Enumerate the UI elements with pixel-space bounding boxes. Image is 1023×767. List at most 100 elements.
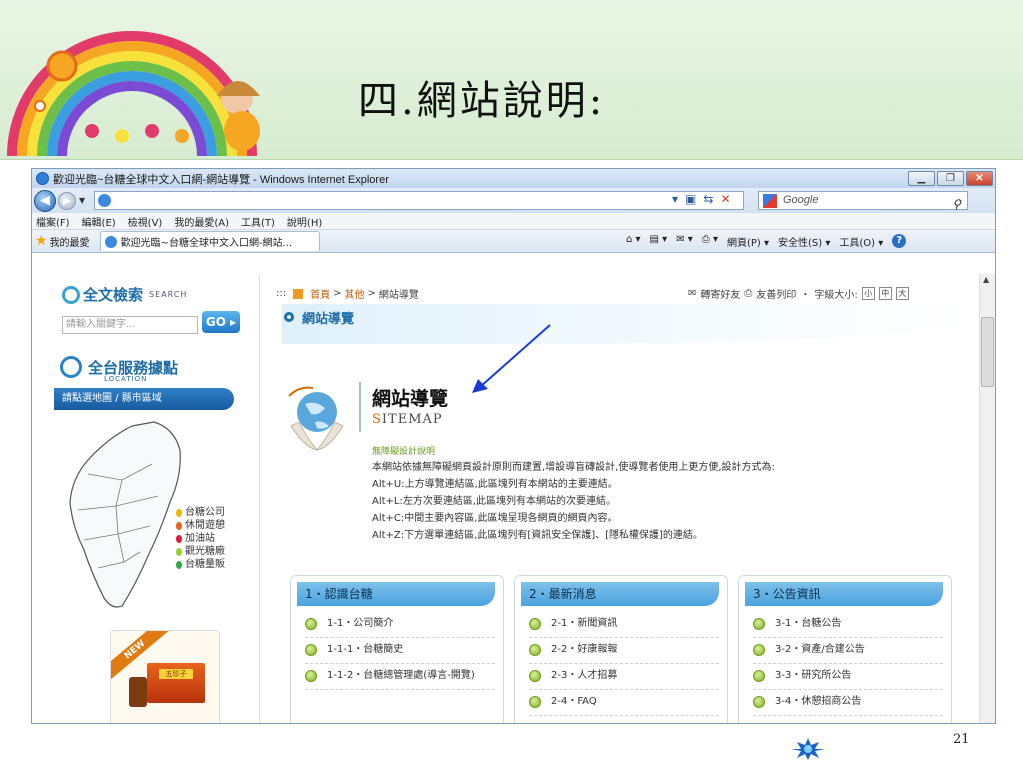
taiwan-map[interactable] [62, 414, 194, 614]
pin-icon [176, 521, 182, 530]
category-link[interactable]: 2-2・好康報報 [529, 638, 719, 664]
page-menu[interactable]: 網頁(P) ▾ [727, 234, 769, 249]
fontsize-label: 字級大小: [814, 290, 858, 301]
tools-menu[interactable]: 工具(O) ▾ [839, 234, 883, 249]
page-content: 全文檢索 SEARCH 請輸入關鍵字... GO ▸ 全台服務據點 LOCATI… [32, 274, 995, 723]
green-bullet-icon [529, 644, 541, 656]
category-title[interactable]: 1・認識台糖 [297, 582, 495, 606]
new-product-promo[interactable]: NEW 五珍子 [110, 630, 220, 723]
product-box-image: 五珍子 [147, 663, 205, 703]
url-dropdown-icon[interactable]: ▾ [672, 192, 678, 206]
category-link[interactable]: 3-4・休憩招商公告 [753, 690, 943, 716]
forward-button[interactable]: ▶ [58, 191, 76, 210]
stop-icon[interactable]: ✕ [720, 192, 730, 206]
tab-favicon-icon [104, 235, 117, 248]
globe-hands-icon [288, 386, 344, 451]
scroll-thumb[interactable] [981, 317, 994, 387]
history-dropdown-icon[interactable]: ▼ [79, 196, 85, 205]
minimize-button[interactable]: ▁ [908, 171, 935, 186]
menu-help[interactable]: 說明(H) [287, 214, 322, 229]
fulltext-search-heading: 全文檢索 SEARCH [62, 284, 187, 305]
category-link[interactable]: 2-3・人才招募 [529, 664, 719, 690]
region-select-bar[interactable]: 請點選地圖 / 縣市區域 [54, 388, 234, 410]
breadcrumb-separator: > [367, 288, 376, 299]
google-icon [763, 194, 777, 208]
close-button[interactable]: ✕ [966, 171, 993, 186]
legend-item[interactable]: 休閒遊憩 [176, 519, 225, 532]
category-link[interactable]: 3-1・台糖公告 [753, 612, 943, 638]
browser-window: 歡迎光臨~台糖全球中文入口網-網站導覽 - Windows Internet E… [31, 168, 996, 724]
favorites-star-icon[interactable]: ★ [35, 233, 48, 249]
vertical-scrollbar[interactable]: ▲ [979, 274, 995, 723]
print-icon[interactable]: ⎙ ▾ [702, 234, 718, 249]
rainbow-angel-illustration [7, 31, 260, 156]
browser-tab[interactable]: 歡迎光臨~台糖全球中文入口網-網站... [99, 231, 320, 251]
legend-item[interactable]: 台糖量販 [176, 558, 225, 571]
category-link[interactable]: 1-1・公司簡介 [305, 612, 495, 638]
legend-item[interactable]: 觀光糖廠 [176, 545, 225, 558]
fontsize-medium-button[interactable]: 中 [878, 287, 892, 300]
search-input[interactable]: Google ⚲ [758, 191, 968, 213]
legend-item[interactable]: 台糖公司 [176, 506, 225, 519]
category-link-label: 3-1・台糖公告 [775, 618, 842, 629]
fontsize-small-button[interactable]: 小 [861, 287, 875, 300]
ie-logo-icon [36, 172, 49, 185]
green-bullet-icon [529, 696, 541, 708]
category-link[interactable]: 2-4・FAQ [529, 690, 719, 716]
menu-file[interactable]: 檔案(F) [36, 214, 70, 229]
menu-view[interactable]: 檢視(V) [128, 214, 163, 229]
map-legend: 台糖公司 休閒遊憩 加油站 觀光糖廠 台糖量販 [176, 506, 225, 571]
home-icon[interactable]: ⌂ ▾ [626, 234, 641, 249]
separator: ・ [800, 290, 811, 301]
green-bullet-icon [529, 670, 541, 682]
restore-button[interactable]: ❐ [937, 171, 964, 186]
url-input[interactable] [94, 191, 744, 210]
menu-edit[interactable]: 編輯(E) [82, 214, 116, 229]
category-link[interactable]: 1-1-1・台糖簡史 [305, 638, 495, 664]
green-bullet-icon [529, 618, 541, 630]
category-link[interactable]: 3-3・研究所公告 [753, 664, 943, 690]
category-link-label: 1-1・公司簡介 [327, 618, 394, 629]
circle-bullet-icon [284, 312, 294, 322]
breadcrumb-separator: > [333, 288, 342, 299]
accessibility-description: 無障礙設計說明 本網站依據無障礙網頁設計原則而建置,增設導盲磚設計,使導覽者使用… [372, 445, 775, 544]
category-title[interactable]: 3・公告資訊 [745, 582, 943, 606]
sitemap-subtitle: SITEMAP [372, 412, 443, 427]
category-box-3: 3・公告資訊 3-1・台糖公告 3-2・資產/合建公告 3-3・研究所公告 3-… [738, 575, 952, 723]
category-link[interactable]: 1-1-2・台糖總管理處(導言-開覽) [305, 664, 495, 690]
menu-favorites[interactable]: 我的最愛(A) [174, 214, 229, 229]
safety-menu[interactable]: 安全性(S) ▾ [778, 234, 830, 249]
favorites-bar: ★ 我的最愛 歡迎光臨~台糖全球中文入口網-網站... ⌂ ▾ ▤ ▾ ✉ ▾ … [32, 230, 995, 253]
category-link[interactable]: 3-2・資產/合建公告 [753, 638, 943, 664]
print-link[interactable]: 友善列印 [756, 286, 796, 301]
category-link[interactable]: 2-1・新聞資訊 [529, 612, 719, 638]
description-line: Alt+U:上方導覽連結區,此區塊列有本網站的主要連結。 [372, 479, 618, 490]
printer-icon: ⎙ [744, 288, 753, 299]
forward-link[interactable]: 轉寄好友 [700, 286, 740, 301]
pin-icon [176, 534, 182, 543]
pin-icon [176, 508, 182, 517]
tab-label: 歡迎光臨~台糖全球中文入口網-網站... [120, 238, 293, 249]
feeds-icon[interactable]: ▤ ▾ [650, 234, 668, 249]
green-bullet-icon [305, 670, 317, 682]
scroll-up-icon[interactable]: ▲ [983, 275, 989, 284]
breadcrumb-other[interactable]: 其他 [345, 286, 365, 301]
favorites-button[interactable]: 我的最愛 [50, 234, 90, 249]
search-icon[interactable]: ⚲ [952, 196, 961, 213]
help-icon[interactable]: ? [892, 234, 907, 248]
compatibility-icon[interactable]: ▣ [685, 192, 696, 206]
fontsize-large-button[interactable]: 大 [895, 287, 909, 300]
keyword-input[interactable]: 請輸入關鍵字... [62, 316, 198, 334]
green-bullet-icon [305, 618, 317, 630]
magnifier-icon [62, 285, 80, 304]
sitemap-title: 網站導覽 [372, 388, 449, 410]
breadcrumb-home[interactable]: 首頁 [310, 286, 330, 301]
breadcrumb: ::: 首頁 > 其他 > 網站導覽 [276, 286, 419, 301]
category-title[interactable]: 2・最新消息 [521, 582, 719, 606]
mail-icon[interactable]: ✉ ▾ [676, 234, 693, 249]
go-button[interactable]: GO ▸ [202, 311, 240, 333]
legend-item[interactable]: 加油站 [176, 532, 225, 545]
menu-tools[interactable]: 工具(T) [241, 214, 275, 229]
refresh-icon[interactable]: ⇆ [703, 192, 713, 206]
back-button[interactable]: ◀ [34, 189, 56, 212]
